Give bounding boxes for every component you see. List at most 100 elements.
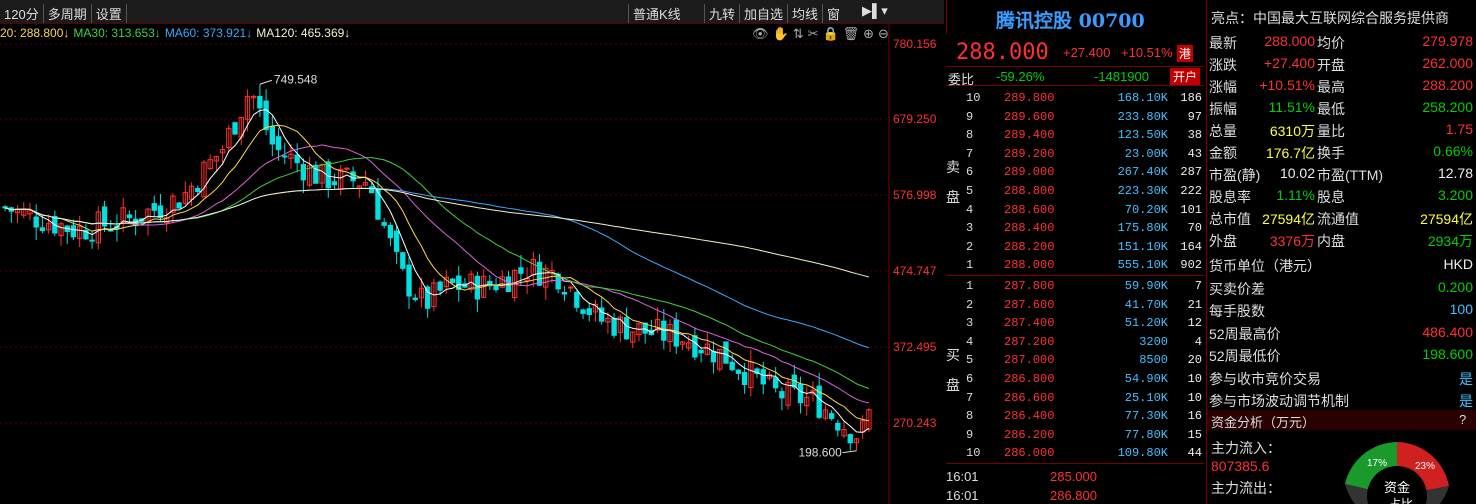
info-label: 货币单位（港元） — [1209, 258, 1321, 274]
pie-green-label: 17% — [1367, 458, 1387, 469]
order-row[interactable]: 7 286.600 25.10K 10 — [946, 388, 1204, 408]
toolbar-item[interactable]: 120分 — [0, 4, 44, 23]
quote-label: 量比 — [1317, 123, 1345, 139]
candle-body — [294, 154, 300, 164]
order-row[interactable]: 7 289.200 23.00K 43 — [946, 144, 1204, 164]
weibi-diff: -1481900 — [1094, 69, 1149, 84]
level-num: 2 — [966, 297, 974, 312]
level-count: 10 — [1187, 372, 1202, 386]
toolbar-item[interactable]: 普通K线 — [628, 4, 704, 23]
level-num: 1 — [966, 258, 974, 273]
toolbar-item[interactable]: 均线 — [787, 4, 822, 23]
candle-body — [406, 264, 412, 297]
order-row[interactable]: 5 288.800 223.30K 222 — [946, 181, 1204, 201]
quote-row: 涨跌 +27.400 开盘 262.000 — [1207, 52, 1476, 74]
level-price: 289.600 — [1004, 109, 1055, 124]
quote-panel: 亮点：中国最大互联网综合服务提供商 最新 288.000 均价 279.978 涨跌 +2… — [1206, 0, 1476, 504]
quote-value: 27594亿 — [1420, 211, 1473, 227]
info-value: 0.200 — [1437, 278, 1473, 295]
info-value: 是 — [1459, 370, 1473, 387]
order-row[interactable]: 10 289.800 168.10K 186 — [946, 88, 1204, 108]
chart-tools[interactable]: 👁✋⇅✂🔒🗑⊕⊖ — [752, 26, 893, 42]
quote-label: 总市值 — [1209, 211, 1251, 227]
order-row[interactable]: 5 287.000 8500 20 — [946, 350, 1204, 370]
quote-row: 股息率 1.11% 股息 3.200 — [1207, 184, 1476, 206]
level-volume: 25.10K — [1124, 390, 1168, 405]
info-label: 参与市场波动调节机制 — [1209, 393, 1349, 409]
kline-chart[interactable]: 780.156 679.250 576.998 474.747 372.495 270.2… — [0, 24, 944, 504]
candle-body — [275, 136, 282, 151]
level-num: 4 — [966, 202, 974, 217]
level-num: 10 — [966, 446, 981, 461]
level-num: 4 — [966, 334, 974, 349]
level-num: 3 — [966, 221, 974, 236]
order-row[interactable]: 2 287.600 41.70K 21 — [946, 295, 1204, 315]
candle-body — [232, 122, 238, 135]
info-row: 52周最低价 198.600 — [1207, 343, 1476, 365]
main-inflow-value: 807385.6 — [1211, 458, 1270, 474]
kline-svg[interactable]: 780.156 679.250 576.998 474.747 372.495 270.2… — [0, 24, 944, 504]
order-row[interactable]: 10 286.000 109.80K 44 — [946, 443, 1204, 463]
quote-value: 262.000 — [1422, 55, 1473, 71]
info-row: 货币单位（港元） HKD — [1207, 253, 1476, 275]
trade-time: 16:01 — [946, 469, 979, 484]
order-row[interactable]: 6 289.000 267.40K 287 — [946, 162, 1204, 182]
market-badge: 港 — [1177, 45, 1194, 62]
order-row[interactable]: 2 288.200 151.10K 164 — [946, 237, 1204, 257]
fund-help-icon[interactable]: ? — [1459, 412, 1466, 427]
level-volume: 41.70K — [1124, 297, 1168, 312]
candle-body — [70, 225, 77, 238]
level-count: 16 — [1187, 409, 1202, 424]
toolbar-item[interactable]: 九转 — [704, 4, 739, 23]
order-row[interactable]: 1 287.800 59.90K 7 — [946, 276, 1204, 296]
level-count: 4 — [1194, 334, 1202, 349]
quote-value: 3.200 — [1437, 187, 1473, 203]
ma-legend-item: MA30: 313.653↓ — [73, 26, 161, 40]
candle-body — [723, 341, 729, 364]
toolbar-item[interactable]: 多周期 — [44, 4, 92, 23]
toolbar-left: 120分 多周期 设置 — [0, 4, 127, 23]
order-row[interactable]: 8 286.400 77.30K 16 — [946, 406, 1204, 426]
toolbar-arrow-icon[interactable]: ▶▌▾ — [862, 3, 888, 19]
level-price: 287.000 — [1004, 353, 1055, 368]
ma-legend: 20: 288.800↓ MA30: 313.653↓ MA60: 373.921↓… — [0, 26, 354, 40]
level-price: 289.200 — [1004, 146, 1055, 161]
open-account-button[interactable]: 开户 — [1170, 68, 1201, 85]
level-volume: 59.90K — [1124, 279, 1168, 293]
axis-label: 372.495 — [893, 340, 937, 354]
order-row[interactable]: 1 288.000 555.10K 902 — [946, 255, 1204, 275]
high-label: 749.548 — [274, 72, 318, 86]
order-row[interactable]: 3 287.400 51.20K 12 — [946, 313, 1204, 333]
candle-body — [176, 202, 182, 209]
candle-body — [300, 164, 307, 181]
level-num: 8 — [966, 128, 974, 143]
quote-label: 最低 — [1317, 101, 1345, 117]
level-volume: 151.10K — [1117, 239, 1168, 254]
candle-body — [698, 349, 704, 354]
order-row[interactable]: 4 287.200 3200 4 — [946, 332, 1204, 352]
order-row[interactable]: 3 288.400 175.80K 70 — [946, 218, 1204, 238]
toolbar-right: 普通K线 九转 加自选 均线窗 — [628, 4, 844, 23]
level-count: 222 — [1180, 184, 1202, 198]
level-price: 288.000 — [1004, 258, 1055, 273]
quote-row: 最新 288.000 均价 279.978 — [1207, 30, 1476, 52]
toolbar-item[interactable]: 窗 — [822, 4, 844, 23]
candle-body — [126, 214, 133, 219]
quote-value: 279.978 — [1422, 33, 1473, 49]
order-row[interactable]: 4 288.600 70.20K 101 — [946, 200, 1204, 220]
candle-body — [493, 284, 499, 291]
candle-body — [2, 206, 8, 209]
candle-body — [400, 252, 406, 269]
toolbar-item[interactable]: 设置 — [92, 4, 127, 23]
level-num: 9 — [966, 427, 974, 442]
order-row[interactable]: 8 289.400 123.50K 38 — [946, 125, 1204, 145]
order-row[interactable]: 6 286.800 54.90K 10 — [946, 369, 1204, 389]
quote-row: 总市值 27594亿 流通值 27594亿 — [1207, 206, 1476, 228]
level-count: 38 — [1187, 128, 1202, 143]
quote-label: 股息率 — [1209, 189, 1251, 205]
quote-row: 总量 6310万 量比 1.75 — [1207, 118, 1476, 140]
order-row[interactable]: 9 289.600 233.80K 97 — [946, 107, 1204, 127]
info-value: 198.600 — [1422, 346, 1473, 362]
order-row[interactable]: 9 286.200 77.80K 15 — [946, 425, 1204, 445]
toolbar-item[interactable]: 加自选 — [739, 4, 787, 23]
